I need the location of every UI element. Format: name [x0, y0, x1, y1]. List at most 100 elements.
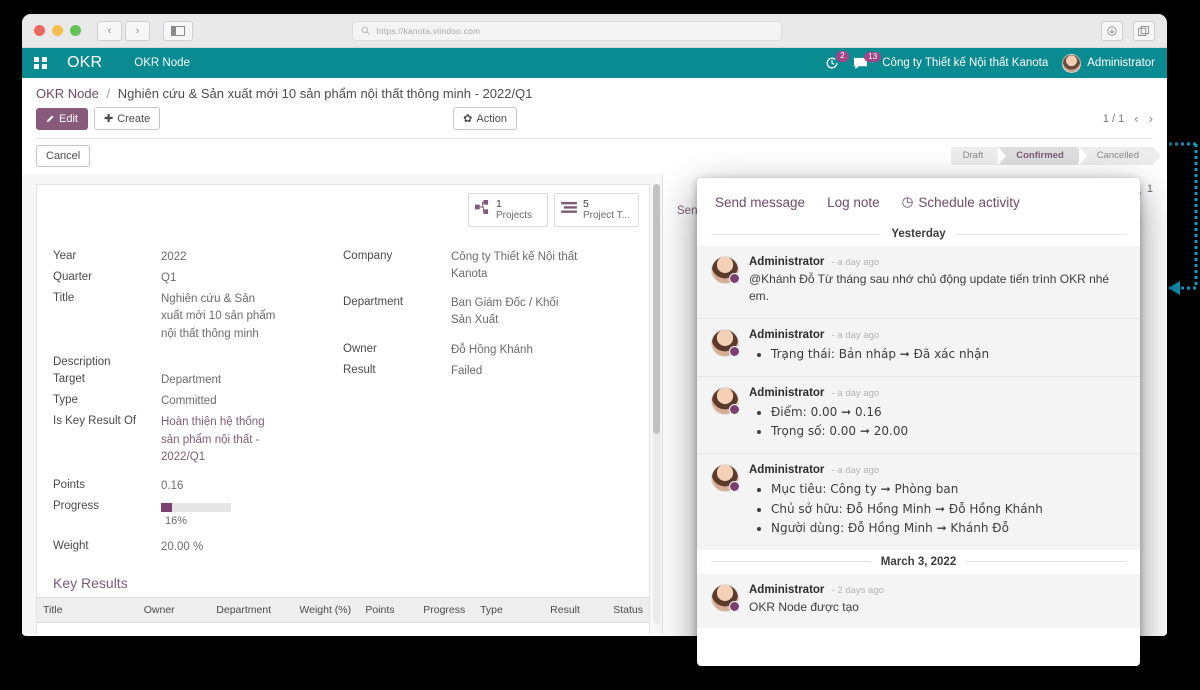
pager-previous-button[interactable]: ‹ — [1134, 111, 1138, 126]
popup-schedule-activity-tab[interactable]: ◷ Schedule activity — [902, 194, 1020, 210]
column-type[interactable]: Type — [474, 596, 545, 623]
popup-send-message-tab[interactable]: Send message — [715, 195, 805, 210]
browser-right-controls[interactable] — [1100, 20, 1155, 41]
progress-bar-track — [161, 503, 231, 513]
minimize-window-button[interactable] — [52, 25, 63, 36]
message-author-line: Administrator - a day ago — [749, 329, 1126, 341]
action-button[interactable]: ✿ Action — [453, 107, 517, 130]
progress-percent-text: 16% — [165, 515, 188, 528]
activities-button[interactable]: 2 — [825, 51, 849, 70]
user-menu[interactable]: Administrator — [1062, 53, 1155, 73]
day-separator-march: March 3, 2022 — [697, 550, 1140, 574]
company-selector[interactable]: Công ty Thiết kế Nội thất Kanota — [882, 57, 1048, 69]
column-title[interactable]: Title — [37, 596, 138, 623]
message-item[interactable]: Administrator - a day ago Trạng thái: Bả… — [697, 317, 1140, 376]
chevron-right-icon: › — [135, 24, 140, 37]
address-bar[interactable]: https://kanota.viindoo.com — [352, 20, 783, 41]
message-bullet: Trọng số: 0.00 ➞ 20.00 — [771, 422, 1126, 441]
maximize-window-button[interactable] — [70, 25, 81, 36]
breadcrumb-root[interactable]: OKR Node — [36, 86, 99, 101]
field-weight-label: Weight — [53, 540, 89, 553]
field-result-value[interactable]: Failed — [451, 363, 482, 380]
follower-count: 1 — [1146, 182, 1153, 195]
field-is-key-result-of: Is Key Result Of Hoàn thiện hệ thống sản… — [53, 414, 343, 466]
cancel-button-label: Cancel — [46, 150, 81, 162]
chevron-left-icon: ‹ — [107, 24, 112, 37]
smart-button-projects-text: 1 Projects — [496, 198, 532, 222]
form-pane: 1 Projects 5 Project T... Year 2022 Quar… — [22, 174, 662, 634]
column-status[interactable]: Status — [607, 596, 649, 623]
message-item[interactable]: Administrator - 2 days ago OKR Node được… — [697, 573, 1140, 629]
form-pane-scrollbar[interactable] — [653, 184, 660, 624]
message-item[interactable]: Administrator - a day ago Điểm: 0.00 ➞ 0… — [697, 375, 1140, 454]
edit-button-label: Edit — [59, 112, 78, 125]
field-is-key-result-of-value[interactable]: Hoàn thiện hệ thống sản phẩm nội thất - … — [161, 414, 281, 466]
form-right-column: Company Công ty Thiết kế Nội thất Kanota… — [343, 249, 633, 561]
column-weight[interactable]: Weight (%) — [293, 596, 360, 623]
avatar — [711, 328, 740, 357]
chatter-popup: Send message Log note ◷ Schedule activit… — [697, 178, 1140, 666]
field-company-value[interactable]: Công ty Thiết kế Nội thất Kanota — [451, 249, 581, 284]
field-year-value[interactable]: 2022 — [161, 249, 187, 266]
project-tasks-label: Project T... — [582, 210, 630, 222]
status-draft[interactable]: Draft — [950, 147, 1005, 165]
status-bar[interactable]: Draft Confirmed Cancelled — [950, 147, 1162, 165]
avatar — [711, 386, 740, 415]
message-item[interactable]: Administrator - a day ago @Khánh Đỗ Từ t… — [697, 246, 1140, 318]
breadcrumb-separator: / — [106, 86, 111, 101]
field-target-value[interactable]: Department — [161, 372, 221, 389]
apps-menu-icon[interactable] — [34, 57, 47, 69]
field-type-value[interactable]: Committed — [161, 393, 217, 410]
field-points-value[interactable]: 0.16 — [161, 478, 183, 495]
column-points[interactable]: Points — [359, 596, 418, 623]
status-cancelled[interactable]: Cancelled — [1078, 147, 1162, 165]
tasks-icon — [561, 201, 577, 219]
sidebar-icon — [171, 25, 185, 36]
breadcrumb-current: Nghiên cứu & Sản xuất mới 10 sản phẩm nộ… — [117, 86, 533, 101]
separator-line — [966, 561, 1126, 563]
smart-button-projects[interactable]: 1 Projects — [467, 193, 548, 227]
column-owner[interactable]: Owner — [137, 596, 211, 623]
menu-item-okr-node[interactable]: OKR Node — [134, 57, 190, 69]
project-icon — [474, 200, 490, 219]
app-brand[interactable]: OKR — [67, 54, 102, 72]
column-department[interactable]: Department — [210, 596, 294, 623]
field-owner-value[interactable]: Đỗ Hồng Khánh — [451, 342, 533, 359]
toggle-sidebar-button[interactable] — [163, 20, 193, 41]
field-title-value[interactable]: Nghiên cứu & Sản xuất mới 10 sản phẩm nộ… — [161, 291, 276, 343]
download-button[interactable] — [1100, 20, 1123, 41]
browser-nav-buttons[interactable]: ‹ › — [97, 20, 150, 41]
field-quarter-value[interactable]: Q1 — [161, 270, 176, 287]
popup-log-note-tab[interactable]: Log note — [827, 195, 880, 210]
message-time: - a day ago — [831, 329, 880, 341]
tabs-overview-button[interactable] — [1132, 20, 1155, 41]
message-time: - a day ago — [831, 387, 880, 399]
field-weight-value[interactable]: 20.00 % — [161, 539, 203, 556]
day-separator-yesterday: Yesterday — [697, 222, 1140, 246]
smart-button-project-tasks[interactable]: 5 Project T... — [553, 193, 639, 227]
pager-next-button[interactable]: › — [1149, 111, 1153, 126]
scrollbar-thumb[interactable] — [653, 184, 660, 434]
column-progress[interactable]: Progress — [417, 596, 475, 623]
forward-button[interactable]: › — [125, 20, 150, 41]
create-button[interactable]: ✚ Create — [93, 107, 161, 130]
table-row[interactable] — [37, 622, 649, 634]
field-progress-label: Progress — [53, 500, 100, 513]
message-count-badge: 13 — [864, 51, 882, 63]
column-result[interactable]: Result — [544, 596, 608, 623]
message-item[interactable]: Administrator - a day ago Mục tiêu: Công… — [697, 453, 1140, 550]
action-menu-wrap: ✿ Action — [453, 107, 517, 130]
field-department: Department Ban Giám Đốc / Khối Sản Xuất — [343, 295, 633, 330]
pencil-icon — [46, 115, 54, 123]
back-button[interactable]: ‹ — [97, 20, 122, 41]
message-author: Administrator — [749, 583, 825, 596]
status-confirmed[interactable]: Confirmed — [998, 147, 1086, 165]
cancel-button[interactable]: Cancel — [36, 145, 91, 167]
window-controls[interactable] — [34, 25, 81, 36]
edit-button[interactable]: Edit — [36, 107, 88, 130]
day-label: March 3, 2022 — [880, 555, 957, 568]
messages-button[interactable]: 13 — [853, 51, 882, 70]
field-department-value[interactable]: Ban Giám Đốc / Khối Sản Xuất — [451, 295, 581, 330]
search-icon — [361, 26, 370, 35]
close-window-button[interactable] — [34, 25, 45, 36]
